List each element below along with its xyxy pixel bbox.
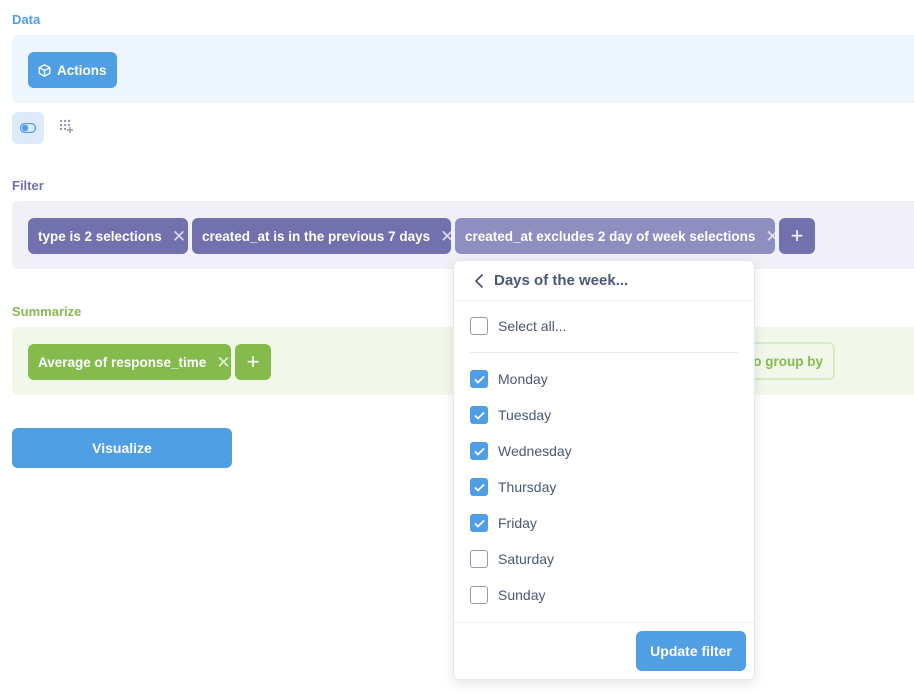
close-icon[interactable]: ✕ [172,228,186,245]
day-option-monday[interactable]: Monday [470,370,548,388]
popover-header[interactable]: Days of the week... [454,261,754,301]
add-filter-button[interactable]: + [779,218,815,254]
metric-pill-label: Average of response_time [38,354,207,370]
check-icon [473,447,485,456]
data-source-label: Actions [57,62,107,78]
filter-pill[interactable]: type is 2 selections ✕ [28,218,188,254]
checkbox-checked[interactable] [470,478,488,496]
filter-section-label: Filter [12,178,44,193]
day-option-tuesday[interactable]: Tuesday [470,406,551,424]
divider [470,352,738,353]
check-icon [473,375,485,384]
close-icon[interactable]: ✕ [216,354,230,371]
custom-column-button[interactable] [58,118,78,138]
select-all-checkbox[interactable] [470,317,488,335]
day-option-friday[interactable]: Friday [470,514,537,532]
checkbox-checked[interactable] [470,442,488,460]
day-option-sunday[interactable]: Sunday [470,586,545,604]
day-label: Saturday [498,551,555,567]
select-all-label: Select all... [498,318,567,334]
day-option-wednesday[interactable]: Wednesday [470,442,572,460]
add-metric-button[interactable]: + [235,344,271,380]
update-filter-button[interactable]: Update filter [636,631,746,671]
chevron-left-icon[interactable] [474,273,484,288]
data-step-band [12,35,914,103]
data-source-pill[interactable]: Actions [28,52,117,88]
checkbox-checked[interactable] [470,406,488,424]
day-option-saturday[interactable]: Saturday [470,550,554,568]
close-icon[interactable]: ✕ [765,228,779,245]
metric-pill[interactable]: Average of response_time ✕ [28,344,231,380]
day-label: Friday [498,515,537,531]
cube-icon [38,63,51,77]
check-icon [473,411,485,420]
checkbox-unchecked[interactable] [470,550,488,568]
summarize-section-label: Summarize [12,304,82,319]
plus-icon: + [790,223,804,248]
toggle-icon [20,123,36,133]
filter-pill-label: type is 2 selections [38,228,162,244]
checkbox-unchecked[interactable] [470,586,488,604]
preview-toggle-button[interactable] [12,112,44,144]
checkbox-checked[interactable] [470,514,488,532]
visualize-button[interactable]: Visualize [12,428,232,468]
filter-pill[interactable]: created_at is in the previous 7 days ✕ [192,218,454,254]
select-all-option[interactable]: Select all... [470,317,566,335]
check-icon [473,483,485,492]
day-label: Monday [498,371,548,387]
check-icon [473,519,485,528]
popover-footer-divider [454,622,754,623]
data-section-label: Data [12,12,41,27]
grid-plus-icon [58,118,74,134]
filter-pill-active[interactable]: created_at excludes 2 day of week select… [455,218,780,254]
group-by-label: to group by [748,353,823,369]
checkbox-checked[interactable] [470,370,488,388]
day-option-thursday[interactable]: Thursday [470,478,556,496]
day-label: Sunday [498,587,546,603]
plus-icon: + [246,349,260,374]
day-label: Tuesday [498,407,552,423]
popover-title: Days of the week... [494,272,629,289]
filter-pill-label: created_at excludes 2 day of week select… [465,228,756,244]
close-icon[interactable]: ✕ [440,228,454,245]
filter-pill-label: created_at is in the previous 7 days [202,228,431,244]
day-label: Wednesday [498,443,572,459]
days-of-week-popover: Days of the week... Select all... Monday… [453,260,755,680]
day-label: Thursday [498,479,557,495]
